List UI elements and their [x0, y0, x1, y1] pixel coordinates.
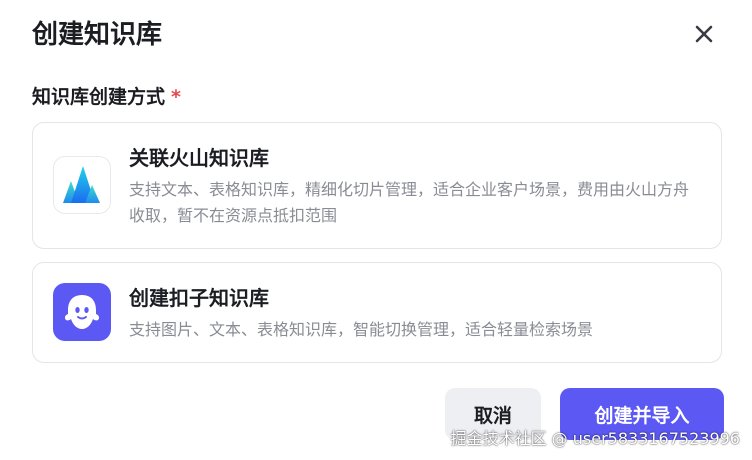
watermark: 掘金技术社区 @ user5833167523996	[450, 429, 740, 448]
coze-ghost-icon	[53, 283, 111, 341]
option-description: 支持文本、表格知识库，精细化切片管理，适合企业客户场景，费用由火山方舟收取，暂不…	[129, 180, 690, 225]
volcano-mountain-icon	[53, 156, 111, 214]
dialog-title: 创建知识库	[32, 20, 163, 50]
option-description: 支持图片、文本、表格知识库，智能切换管理，适合轻量检索场景	[129, 320, 594, 339]
option-title: 关联火山知识库	[129, 146, 269, 170]
option-coze-knowledge-base[interactable]: 创建扣子知识库 支持图片、文本、表格知识库，智能切换管理，适合轻量检索场景	[32, 262, 722, 363]
required-mark: *	[171, 86, 181, 108]
option-title: 创建扣子知识库	[129, 286, 269, 310]
close-icon[interactable]	[694, 24, 714, 48]
option-volcano-knowledge-base[interactable]: 关联火山知识库 支持文本、表格知识库，精细化切片管理，适合企业客户场景，费用由火…	[32, 122, 722, 249]
creation-method-label-text: 知识库创建方式	[32, 86, 166, 108]
close-button[interactable]	[690, 22, 718, 50]
creation-method-label: 知识库创建方式 *	[32, 82, 181, 112]
create-knowledge-base-dialog: 创建知识库 知识库创建方式 * 关联火山知识库 支持文本、表格知识库，精细化切片…	[0, 0, 752, 460]
